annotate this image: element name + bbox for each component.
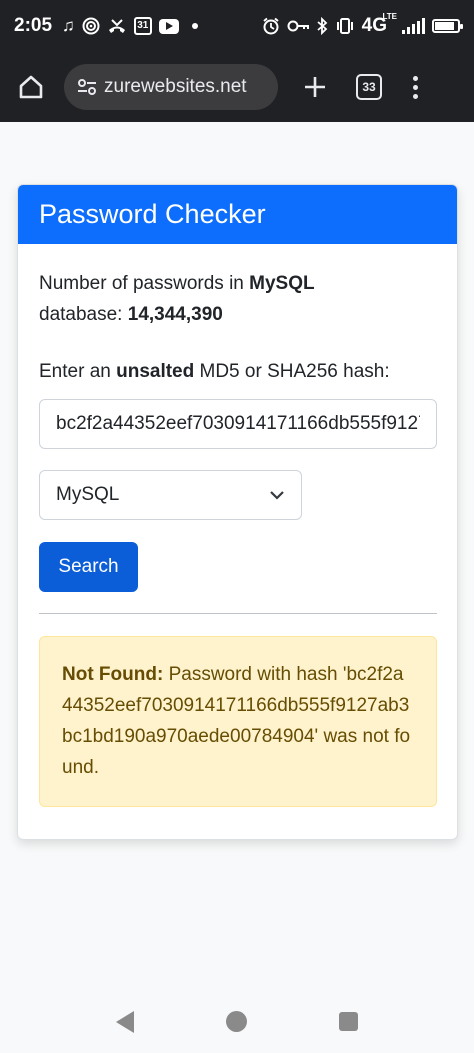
system-nav-bar	[0, 990, 474, 1053]
hash-prompt: Enter an unsalted MD5 or SHA256 hash:	[39, 356, 436, 387]
password-checker-card: Password Checker Number of passwords in …	[17, 184, 458, 840]
home-icon[interactable]	[14, 70, 48, 104]
tabs-icon[interactable]: 33	[356, 74, 382, 100]
url-text: zurewebsites.net	[104, 76, 247, 97]
database-select-value: MySQL	[56, 484, 120, 505]
notification-icons: ♫ 31	[62, 16, 198, 36]
address-bar[interactable]: zurewebsites.net	[64, 64, 278, 110]
tune-icon[interactable]	[76, 76, 98, 98]
vibrate-icon	[335, 17, 355, 35]
count-prefix: Number of passwords in	[39, 273, 250, 294]
prompt-emphasis: unsalted	[116, 361, 195, 382]
not-found-alert: Not Found: Password with hash 'bc2f2a443…	[39, 636, 437, 807]
home-circle-icon[interactable]	[226, 1011, 247, 1032]
network-sub-label: LTE	[382, 12, 397, 21]
browser-toolbar: zurewebsites.net 33	[0, 52, 474, 122]
back-icon[interactable]	[116, 1010, 134, 1033]
more-vert-icon[interactable]	[410, 75, 420, 99]
battery-fill	[435, 22, 454, 30]
music-note-icon: ♫	[62, 16, 75, 35]
prompt-prefix: Enter an	[39, 361, 117, 382]
plus-icon[interactable]	[300, 72, 330, 102]
youtube-icon	[158, 18, 179, 34]
divider	[39, 613, 437, 614]
card-title: Password Checker	[18, 185, 457, 244]
search-button[interactable]: Search	[39, 542, 138, 592]
count-mid: database:	[39, 304, 128, 325]
dot-icon	[191, 23, 198, 29]
bluetooth-icon	[316, 17, 328, 35]
status-bar: 2:05 ♫ 31 4G LTE	[0, 0, 474, 52]
hash-input[interactable]	[39, 399, 437, 449]
missed-call-icon	[107, 17, 127, 35]
card-body: Number of passwords in MySQL database: 1…	[18, 244, 457, 807]
signal-icon	[402, 18, 425, 34]
password-count: 14,344,390	[127, 304, 223, 325]
system-icons: 4G LTE	[262, 12, 463, 37]
prompt-suffix: MD5 or SHA256 hash:	[194, 361, 390, 382]
recent-apps-icon[interactable]	[339, 1012, 358, 1031]
chevron-down-icon	[269, 487, 285, 503]
status-time: 2:05	[14, 15, 53, 36]
database-select[interactable]: MySQL	[39, 470, 302, 520]
password-count-text: Number of passwords in MySQL database: 1…	[39, 268, 436, 330]
db-name: MySQL	[249, 273, 315, 294]
calendar-icon: 31	[133, 17, 152, 35]
alert-label: Not Found:	[62, 664, 164, 685]
key-icon	[287, 19, 309, 33]
battery-icon	[432, 19, 463, 33]
podcast-icon	[82, 17, 100, 35]
alarm-icon	[262, 17, 280, 35]
network-type: 4G LTE	[362, 12, 397, 37]
